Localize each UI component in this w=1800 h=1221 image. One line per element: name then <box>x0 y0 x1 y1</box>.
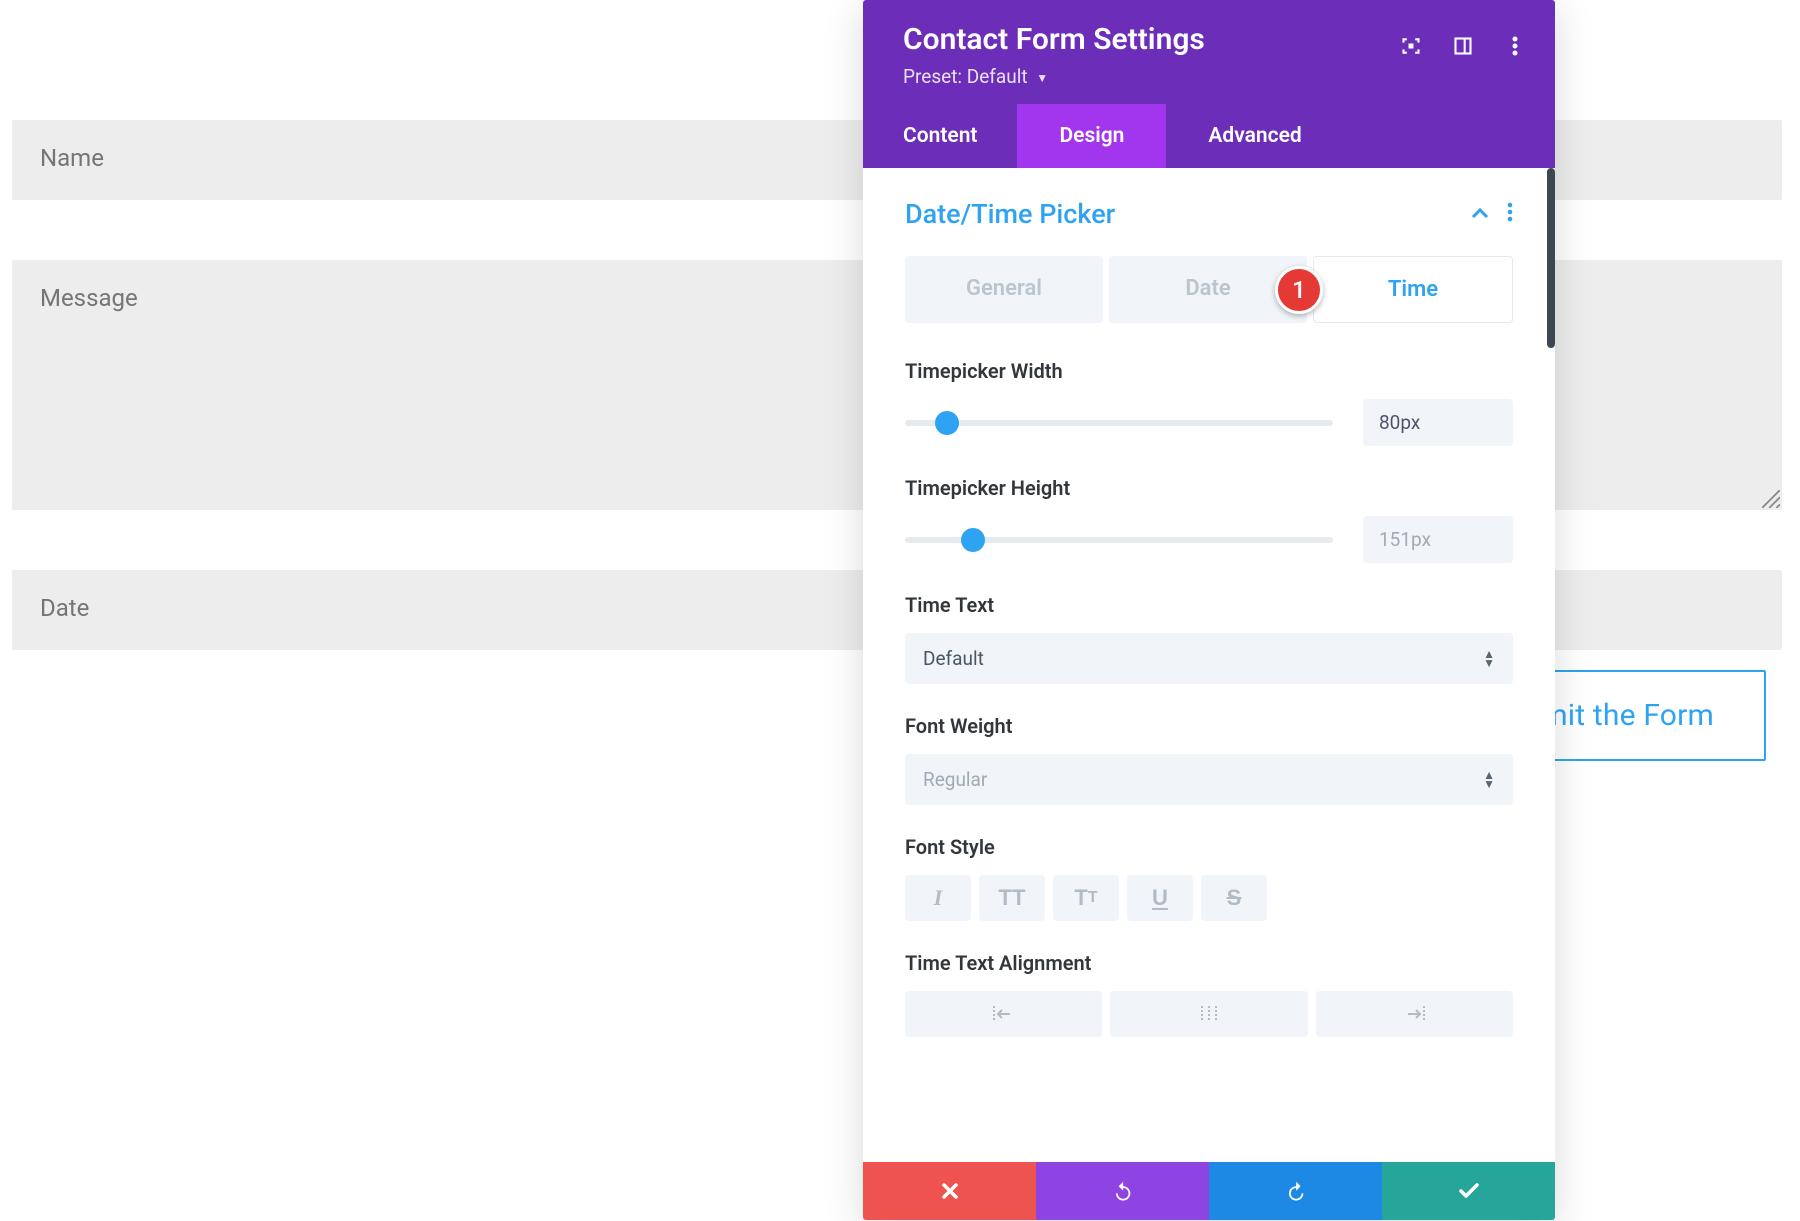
align-left-button[interactable] <box>905 991 1102 1037</box>
more-icon[interactable] <box>1507 202 1513 226</box>
timepicker-width-slider[interactable] <box>905 413 1333 433</box>
timepicker-width-label: Timepicker Width <box>905 359 1513 383</box>
more-icon[interactable] <box>1503 34 1527 58</box>
tab-design[interactable]: Design <box>1017 104 1166 168</box>
font-weight-label: Font Weight <box>905 714 1513 738</box>
strikethrough-button[interactable]: S <box>1201 875 1267 921</box>
time-text-label: Time Text <box>905 593 1513 617</box>
section-title[interactable]: Date/Time Picker <box>905 198 1115 230</box>
cancel-button[interactable] <box>863 1162 1036 1220</box>
timepicker-height-value[interactable]: 151px <box>1363 516 1513 563</box>
timepicker-width-value[interactable]: 80px <box>1363 399 1513 446</box>
scrollbar[interactable] <box>1547 168 1555 348</box>
focus-icon[interactable] <box>1399 34 1423 58</box>
resize-handle-icon <box>1762 490 1780 508</box>
message-placeholder: Message <box>40 284 138 312</box>
preset-selector[interactable]: Preset: Default ▼ <box>903 65 1515 88</box>
timepicker-height-label: Timepicker Height <box>905 476 1513 500</box>
uppercase-button[interactable]: TT <box>979 875 1045 921</box>
redo-button[interactable] <box>1209 1162 1382 1220</box>
underline-button[interactable]: U <box>1127 875 1193 921</box>
undo-button[interactable] <box>1036 1162 1209 1220</box>
modal-body: Date/Time Picker General Date Time 1 Tim… <box>863 168 1555 1162</box>
select-arrows-icon: ▲▼ <box>1483 771 1495 789</box>
italic-button[interactable]: I <box>905 875 971 921</box>
font-weight-select[interactable]: Regular ▲▼ <box>905 754 1513 805</box>
tab-advanced[interactable]: Advanced <box>1166 104 1343 168</box>
timepicker-height-slider[interactable] <box>905 530 1333 550</box>
settings-modal: Contact Form Settings Preset: Default ▼ … <box>863 0 1555 1220</box>
caret-down-icon: ▼ <box>1036 71 1048 85</box>
annotation-badge: 1 <box>1275 266 1323 314</box>
tab-content[interactable]: Content <box>863 104 1017 168</box>
time-text-select[interactable]: Default ▲▼ <box>905 633 1513 684</box>
align-right-button[interactable] <box>1316 991 1513 1037</box>
sub-tab-time[interactable]: Time <box>1313 256 1513 323</box>
save-button[interactable] <box>1382 1162 1555 1220</box>
modal-footer <box>863 1162 1555 1220</box>
sub-tabs: General Date Time 1 <box>905 256 1513 323</box>
modal-tabs: Content Design Advanced <box>863 104 1555 168</box>
alignment-label: Time Text Alignment <box>905 951 1513 975</box>
align-center-button[interactable] <box>1110 991 1307 1037</box>
font-style-label: Font Style <box>905 835 1513 859</box>
layout-icon[interactable] <box>1451 34 1475 58</box>
modal-header: Contact Form Settings Preset: Default ▼ <box>863 0 1555 104</box>
chevron-up-icon[interactable] <box>1471 205 1489 224</box>
select-arrows-icon: ▲▼ <box>1483 650 1495 668</box>
smallcaps-button[interactable]: TT <box>1053 875 1119 921</box>
sub-tab-general[interactable]: General <box>905 256 1103 323</box>
